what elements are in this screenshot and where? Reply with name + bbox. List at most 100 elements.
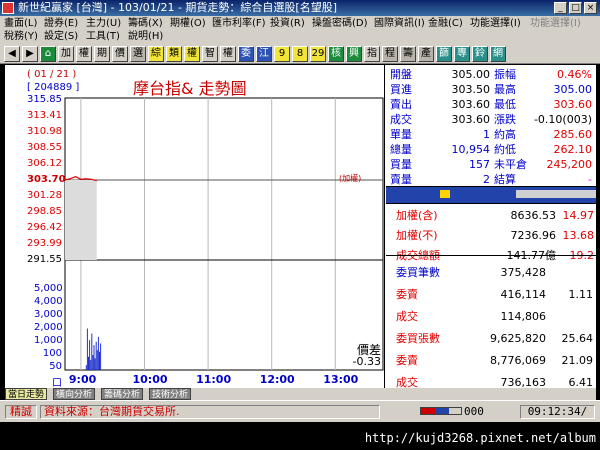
window-title: 新世紀贏家 [台灣] - 103/01/21 - 期貨走勢：綜合自選股[名望股] <box>18 1 337 14</box>
app-icon <box>2 2 14 14</box>
tool-button-7[interactable]: 類 <box>166 46 182 62</box>
quote-label: 總量 <box>390 143 412 156</box>
tool-button-18[interactable]: 指 <box>364 46 380 62</box>
back-icon[interactable]: ◀ <box>4 46 20 62</box>
quote-row: 單量 1 約高 285.60 <box>386 127 596 142</box>
menu-help[interactable]: 說明(H) <box>128 30 163 43</box>
quote-value: 305.00 <box>553 83 593 96</box>
tab-intraday[interactable]: 當日走勢 <box>5 388 48 400</box>
tool-button-5[interactable]: 選 <box>130 46 146 62</box>
volume-tick: 1,000 <box>34 335 63 346</box>
price-tick: 298.85 <box>27 206 62 217</box>
index-change: 13.68 <box>562 229 595 242</box>
volume-tick: 100 <box>42 348 62 359</box>
quote-value: 157 <box>469 158 490 171</box>
status-count: 000 <box>464 405 484 418</box>
tool-button-21[interactable]: 產 <box>418 46 434 62</box>
tool-button-16[interactable]: 核 <box>328 46 344 62</box>
menu-functions-disabled: 功能選擇(I) <box>530 18 581 29</box>
home-icon[interactable]: ⌂ <box>40 46 56 62</box>
quote-label: 約低 <box>494 143 516 156</box>
menu-international[interactable]: 國際資訊(I) <box>374 17 425 30</box>
tool-button-13[interactable]: 9 <box>274 46 290 62</box>
tool-button-14[interactable]: 8 <box>292 46 308 62</box>
watermark: http://kujd3268.pixnet.net/album <box>364 431 596 445</box>
quote-row: 買量 157 未平倉 245,200 <box>386 157 596 172</box>
tool-button-24[interactable]: 鈴 <box>472 46 488 62</box>
volume-tick: 口 <box>52 378 62 389</box>
tool-button-11[interactable]: 委 <box>238 46 254 62</box>
menu-finance[interactable]: 金融(C) <box>428 17 463 30</box>
tab-technical-analysis[interactable]: 技術分析 <box>149 388 192 400</box>
close-button[interactable]: × <box>584 2 597 14</box>
tool-button-9[interactable]: 智 <box>202 46 218 62</box>
tool-button-4[interactable]: 價 <box>112 46 128 62</box>
tool-button-19[interactable]: 程 <box>382 46 398 62</box>
menu-settings[interactable]: 設定(S) <box>44 30 78 43</box>
forward-icon[interactable]: ▶ <box>22 46 38 62</box>
quote-label: 賣出 <box>390 98 412 111</box>
maximize-button[interactable]: □ <box>569 2 582 14</box>
menu-tax[interactable]: 稅務(Y) <box>4 30 38 43</box>
menu-tools[interactable]: 工具(T) <box>86 30 120 43</box>
tool-button-17[interactable]: 興 <box>346 46 362 62</box>
spread-value: -0.33 <box>352 355 381 368</box>
quote-label: 買量 <box>390 158 412 171</box>
tool-button-1[interactable]: 加 <box>58 46 74 62</box>
order-value: 114,806 <box>500 310 547 323</box>
menu-futures-options[interactable]: 期權(O) <box>170 17 206 30</box>
tool-button-20[interactable]: 籌 <box>400 46 416 62</box>
tool-button-10[interactable]: 權 <box>220 46 236 62</box>
menu-securities[interactable]: 證券(E) <box>44 17 78 30</box>
quote-row: 成交 303.60 漲跌 -0.10(003) <box>386 112 596 127</box>
status-time: 09:12:34/ <box>520 405 595 419</box>
minimize-button[interactable]: _ <box>554 2 567 14</box>
index-value: 8636.53 <box>510 209 557 222</box>
chart-date: ( 01 / 21 ) <box>27 69 77 80</box>
status-message: 資料來源：台灣期貨交易所. <box>40 405 380 419</box>
tab-chips-analysis[interactable]: 籌碼分析 <box>101 388 144 400</box>
order-extra: 1.11 <box>568 288 594 301</box>
volume-tick: 3,000 <box>34 309 63 320</box>
tool-button-2[interactable]: 權 <box>76 46 92 62</box>
order-value: 9,625,820 <box>490 332 546 345</box>
time-tick: 12:00 <box>259 373 295 386</box>
time-tick: 11:00 <box>196 373 232 386</box>
tool-button-3[interactable]: 期 <box>94 46 110 62</box>
order-value: 375,428 <box>500 266 547 279</box>
menu-screen[interactable]: 畫面(L) <box>4 17 37 30</box>
main-panel: ( 01 / 21 ) [ 204889 ] 摩台指& 走勢圖 (加權) 315… <box>5 65 596 389</box>
quote-row: 總量 10,954 約低 262.10 <box>386 142 596 157</box>
tool-button-22[interactable]: 篩 <box>436 46 452 62</box>
intraday-chart[interactable]: ( 01 / 21 ) [ 204889 ] 摩台指& 走勢圖 (加權) 315… <box>5 65 385 389</box>
quote-row: 賣量 2 結算 - <box>386 172 596 187</box>
view-tabs: 當日走勢 橫向分析 籌碼分析 技術分析 <box>5 388 596 400</box>
volume-tick: 5,000 <box>34 283 63 294</box>
menu-functions[interactable]: 功能選擇(I) <box>470 17 521 30</box>
tool-button-6[interactable]: 綜 <box>148 46 164 62</box>
tool-button-8[interactable]: 權 <box>184 46 200 62</box>
tool-button-12[interactable]: 江 <box>256 46 272 62</box>
menu-trading-code[interactable]: 操盤密碼(D) <box>312 17 368 30</box>
order-label: 成交 <box>396 310 418 323</box>
quote-label: 結算 <box>494 173 516 186</box>
quote-value: 305.00 <box>451 68 491 81</box>
menu-investment[interactable]: 投資(R) <box>270 17 305 30</box>
quote-label: 買進 <box>390 83 412 96</box>
tool-button-23[interactable]: 專 <box>454 46 470 62</box>
tool-button-25[interactable]: 網 <box>490 46 506 62</box>
quote-value: 2 <box>483 173 490 186</box>
tool-button-15[interactable]: 29 <box>310 46 326 62</box>
quote-label: 賣量 <box>390 173 412 186</box>
menu-forex[interactable]: 匯市利率(F) <box>212 17 266 30</box>
index-row: 加權(不) 7236.96 13.68 <box>386 228 596 243</box>
chart-title: 摩台指& 走勢圖 <box>133 79 247 98</box>
time-tick: 10:00 <box>132 373 168 386</box>
menu-main-force[interactable]: 主力(U) <box>86 17 121 30</box>
menu-chips[interactable]: 籌碼(X) <box>128 17 163 30</box>
tab-horizontal-analysis[interactable]: 橫向分析 <box>53 388 96 400</box>
index-label: 加權(含) <box>396 209 438 222</box>
chart-code: [ 204889 ] <box>27 82 80 93</box>
ref-mark: (加權) <box>339 174 362 183</box>
depth-marker <box>440 190 450 198</box>
